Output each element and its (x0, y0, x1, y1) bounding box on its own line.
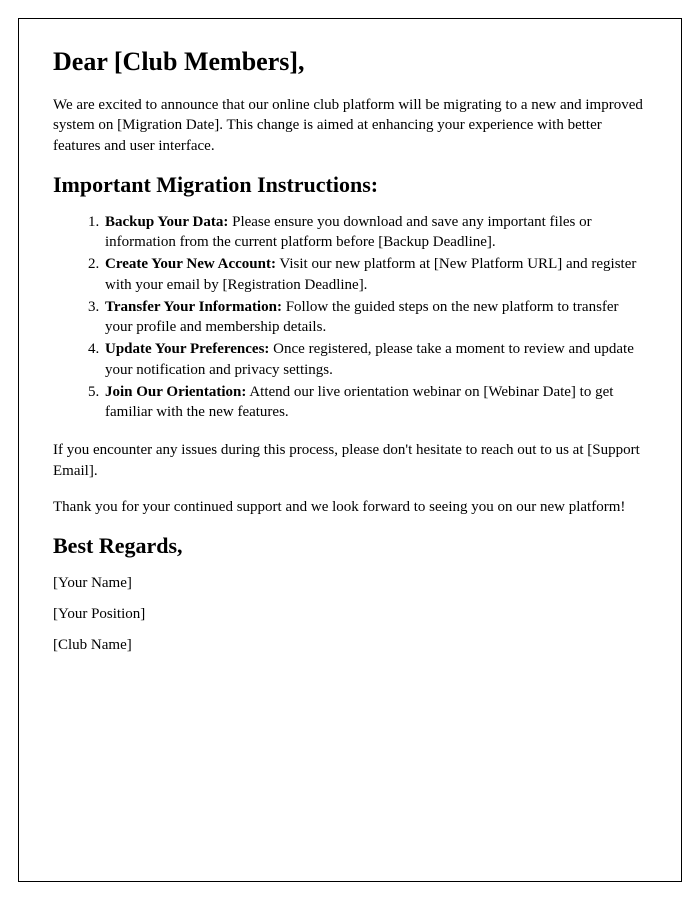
list-item: Backup Your Data: Please ensure you down… (103, 212, 647, 253)
closing-heading: Best Regards, (53, 533, 647, 559)
signature-club: [Club Name] (53, 637, 647, 654)
instructions-list: Backup Your Data: Please ensure you down… (103, 212, 647, 423)
instruction-label: Backup Your Data: (105, 214, 228, 230)
instruction-label: Transfer Your Information: (105, 299, 282, 315)
list-item: Transfer Your Information: Follow the gu… (103, 297, 647, 338)
document-frame: Dear [Club Members], We are excited to a… (18, 18, 682, 882)
list-item: Update Your Preferences: Once registered… (103, 339, 647, 380)
signature-position: [Your Position] (53, 606, 647, 623)
support-paragraph: If you encounter any issues during this … (53, 440, 647, 481)
instruction-label: Update Your Preferences: (105, 341, 269, 357)
instruction-label: Join Our Orientation: (105, 384, 246, 400)
greeting-heading: Dear [Club Members], (53, 47, 647, 77)
list-item: Join Our Orientation: Attend our live or… (103, 382, 647, 423)
list-item: Create Your New Account: Visit our new p… (103, 254, 647, 295)
instruction-label: Create Your New Account: (105, 256, 276, 272)
intro-paragraph: We are excited to announce that our onli… (53, 95, 647, 156)
thanks-paragraph: Thank you for your continued support and… (53, 497, 647, 517)
instructions-heading: Important Migration Instructions: (53, 172, 647, 198)
signature-name: [Your Name] (53, 575, 647, 592)
